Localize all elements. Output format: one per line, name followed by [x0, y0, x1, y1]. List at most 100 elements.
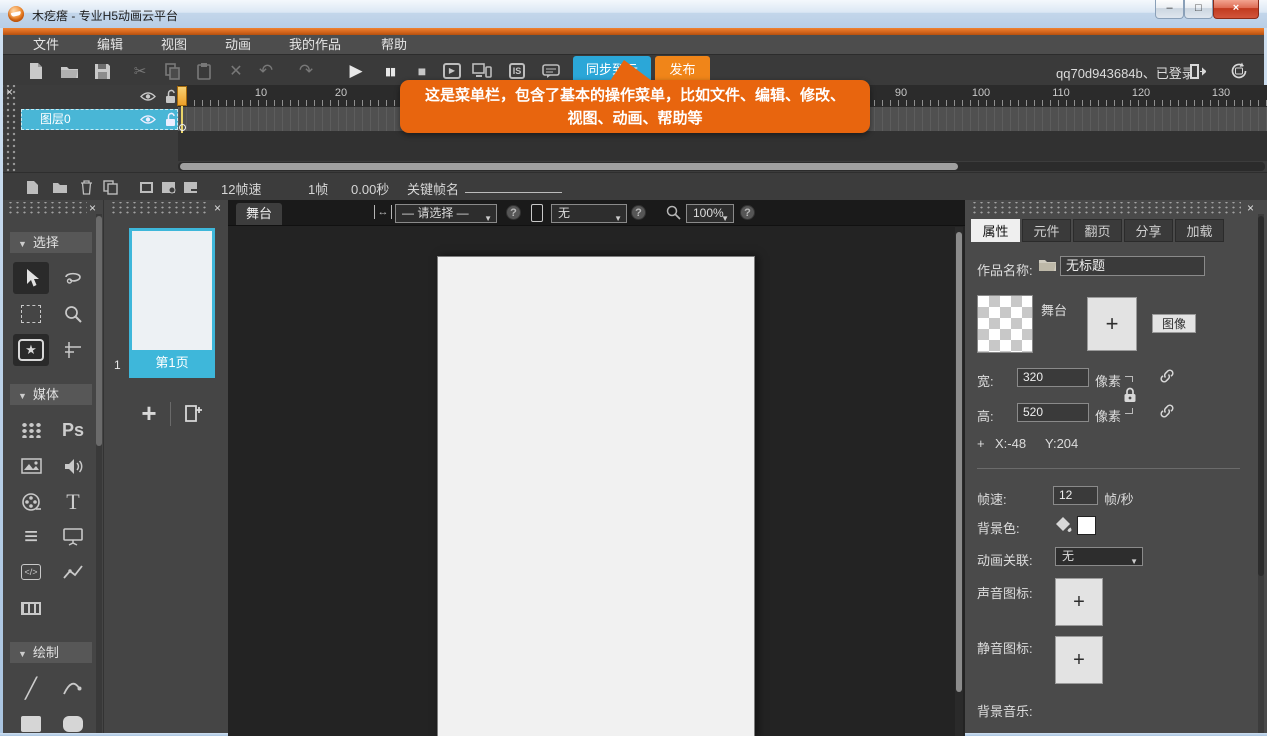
layer-folder-button[interactable]: [51, 178, 69, 196]
tool-rectangle[interactable]: [13, 708, 49, 736]
tool-image[interactable]: [13, 450, 49, 482]
pages-close-button[interactable]: ×: [214, 202, 221, 214]
width-input[interactable]: 320: [1017, 368, 1089, 387]
stop-button[interactable]: ■: [411, 60, 433, 82]
tool-symbol[interactable]: ★: [13, 334, 49, 366]
tab-symbols[interactable]: 元件: [1022, 219, 1071, 242]
preset-help-button[interactable]: ?: [506, 205, 521, 220]
tools-drag-handle[interactable]: [5, 202, 87, 214]
pause-button[interactable]: ▮▮: [379, 60, 401, 82]
fit-width-icon[interactable]: ↔: [374, 205, 392, 219]
add-stage-image-button[interactable]: +: [1087, 297, 1137, 351]
tool-code[interactable]: </>: [13, 556, 49, 588]
logout-button[interactable]: [1186, 60, 1208, 82]
tools-scrollbar[interactable]: [96, 214, 102, 733]
bg-color-swatch[interactable]: [1077, 516, 1096, 535]
delete-layer-button[interactable]: [77, 178, 95, 196]
tools-scroll-thumb[interactable]: [96, 216, 102, 446]
properties-scrollbar[interactable]: [1258, 214, 1264, 733]
layers-visibility-icon[interactable]: [140, 91, 156, 102]
tool-media-library[interactable]: [13, 414, 49, 446]
layer-lock-icon[interactable]: [165, 112, 178, 127]
work-name-input[interactable]: 无标题: [1060, 256, 1205, 276]
close-button[interactable]: ×: [1213, 0, 1259, 19]
tool-cursor[interactable]: [13, 262, 49, 294]
save-button[interactable]: [91, 60, 113, 82]
stage-tab[interactable]: 舞台: [236, 203, 282, 225]
add-sound-icon-button[interactable]: +: [1055, 578, 1103, 626]
layer-visibility-icon[interactable]: [140, 114, 156, 125]
menu-my-works[interactable]: 我的作品: [289, 36, 341, 54]
work-folder-icon[interactable]: [1038, 257, 1057, 272]
properties-close-button[interactable]: ×: [1247, 202, 1254, 214]
redo-button[interactable]: ↷: [295, 60, 317, 82]
tool-transform[interactable]: [13, 298, 49, 330]
keyframe-dot[interactable]: [179, 124, 186, 131]
timeline-hscroll-thumb[interactable]: [180, 163, 958, 170]
paste-button[interactable]: [193, 60, 215, 82]
preset-size-select[interactable]: — 请选择 —▼: [395, 204, 497, 223]
stage-bg-preview[interactable]: [977, 295, 1033, 353]
tool-zoom[interactable]: [55, 298, 91, 330]
width-link-icon[interactable]: [1159, 368, 1175, 384]
tool-line[interactable]: ╱: [13, 672, 49, 704]
tool-curve[interactable]: [55, 672, 91, 704]
page-thumbnail[interactable]: 第1页: [129, 228, 215, 378]
device-help-button[interactable]: ?: [631, 205, 646, 220]
maximize-button[interactable]: □: [1184, 0, 1213, 19]
tool-chart[interactable]: [55, 556, 91, 588]
tab-loading[interactable]: 加载: [1175, 219, 1224, 242]
insert-keyframe-button[interactable]: [159, 178, 177, 196]
devices-preview-button[interactable]: [471, 60, 493, 82]
tool-rounded-rectangle[interactable]: [55, 708, 91, 736]
new-layer-button[interactable]: [23, 178, 41, 196]
tool-photoshop[interactable]: Ps: [55, 414, 91, 446]
add-page-button[interactable]: +: [134, 398, 164, 428]
tool-text[interactable]: T: [55, 486, 91, 518]
keyframe-name-input[interactable]: [465, 192, 562, 193]
menu-file[interactable]: 文件: [33, 36, 59, 54]
duplicate-layer-button[interactable]: [101, 178, 119, 196]
stage-area[interactable]: 舞台 ↔ — 请选择 —▼ ? 无▼ ? 100%▼ ?: [228, 200, 965, 736]
properties-scroll-thumb[interactable]: [1258, 216, 1264, 576]
duplicate-page-button[interactable]: [179, 398, 209, 428]
insert-frame-button[interactable]: [137, 178, 155, 196]
height-input[interactable]: 520: [1017, 403, 1089, 422]
menu-edit[interactable]: 编辑: [97, 36, 123, 54]
pages-drag-handle[interactable]: [108, 202, 210, 214]
delete-button[interactable]: ✕: [225, 60, 247, 82]
stage-vscroll-thumb[interactable]: [956, 232, 962, 692]
menu-help[interactable]: 帮助: [381, 36, 407, 54]
timeline-hscrollbar[interactable]: [178, 162, 1265, 171]
copy-button[interactable]: [161, 60, 183, 82]
tab-page-flip[interactable]: 翻页: [1073, 219, 1122, 242]
play-button[interactable]: ▶: [345, 60, 367, 82]
stage-vscrollbar[interactable]: [955, 227, 963, 736]
new-file-button[interactable]: [25, 60, 47, 82]
paint-bucket-icon[interactable]: [1055, 516, 1073, 533]
tool-lasso[interactable]: [55, 262, 91, 294]
zoom-help-button[interactable]: ?: [740, 205, 755, 220]
tool-guides[interactable]: [55, 334, 91, 366]
clear-keyframe-button[interactable]: [181, 178, 199, 196]
undo-button[interactable]: ↶: [255, 60, 277, 82]
device-select[interactable]: 无▼: [551, 204, 627, 223]
tool-video[interactable]: [13, 486, 49, 518]
tool-audio[interactable]: [55, 450, 91, 482]
interactive-settings-button[interactable]: IS: [506, 60, 528, 82]
sync-refresh-button[interactable]: [1228, 60, 1250, 82]
menu-view[interactable]: 视图: [161, 36, 187, 54]
preview-button[interactable]: ▶: [441, 60, 463, 82]
section-select[interactable]: ▼选择: [10, 232, 92, 253]
properties-drag-handle[interactable]: [969, 202, 1241, 214]
section-draw[interactable]: ▼绘制: [10, 642, 92, 663]
open-file-button[interactable]: [58, 60, 80, 82]
playhead-marker[interactable]: [177, 86, 187, 106]
timeline-close-button[interactable]: ×: [6, 86, 13, 98]
tab-share[interactable]: 分享: [1124, 219, 1173, 242]
tab-properties[interactable]: 属性: [971, 219, 1020, 242]
zoom-select[interactable]: 100%▼: [686, 204, 734, 223]
tools-close-button[interactable]: ×: [89, 202, 96, 214]
minimize-button[interactable]: –: [1155, 0, 1184, 19]
stage-canvas[interactable]: [437, 256, 755, 736]
